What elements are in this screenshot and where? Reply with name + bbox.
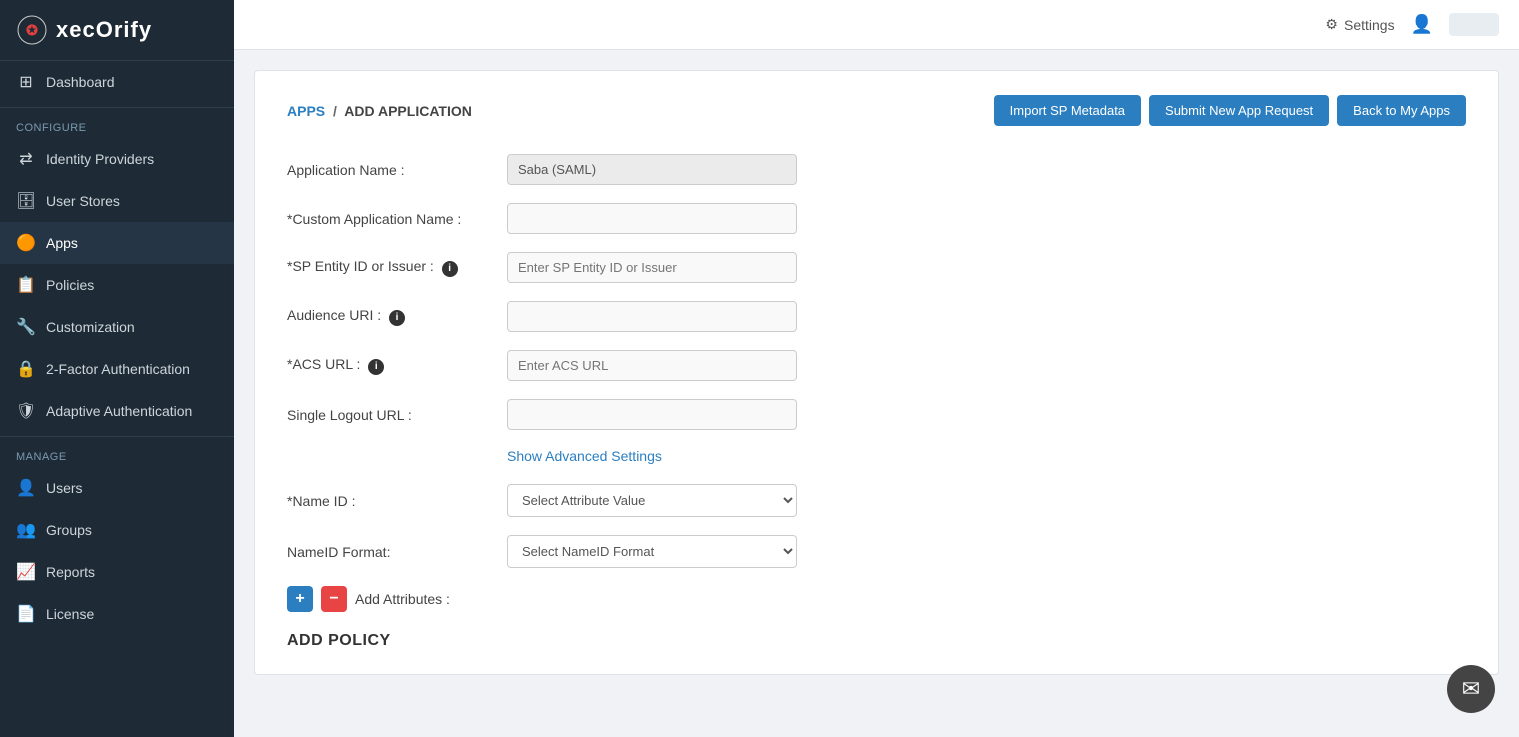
- sidebar-item-user-stores-label: User Stores: [46, 193, 120, 209]
- svg-text:✪: ✪: [26, 22, 38, 38]
- sidebar-item-customization-label: Customization: [46, 319, 135, 335]
- manage-section-label: Manage: [0, 441, 234, 467]
- single-logout-url-row: Single Logout URL :: [287, 399, 1466, 430]
- reports-icon: 📈: [16, 562, 36, 582]
- breadcrumb-apps-link[interactable]: APPS: [287, 103, 325, 119]
- application-name-row: Application Name : document.querySelecto…: [287, 154, 1466, 185]
- policies-icon: 📋: [16, 275, 36, 295]
- two-factor-icon: 🔒: [16, 359, 36, 379]
- users-icon: 👤: [16, 478, 36, 498]
- content-inner: APPS / ADD APPLICATION Import SP Metadat…: [254, 70, 1499, 675]
- sidebar-item-user-stores[interactable]: 🗄 User Stores: [0, 180, 234, 222]
- sidebar-item-reports-label: Reports: [46, 564, 95, 580]
- sidebar-item-adaptive-auth-label: Adaptive Authentication: [46, 403, 192, 419]
- sidebar-item-users[interactable]: 👤 Users: [0, 467, 234, 509]
- sidebar-item-policies-label: Policies: [46, 277, 94, 293]
- acs-url-label-text: *ACS URL :: [287, 356, 360, 372]
- sidebar-item-adaptive-auth[interactable]: 🛡 Adaptive Authentication: [0, 390, 234, 432]
- sidebar-item-dashboard-label: Dashboard: [46, 74, 115, 90]
- identity-providers-icon: ⇄: [16, 149, 36, 169]
- custom-app-name-label: *Custom Application Name :: [287, 211, 507, 227]
- configure-section-label: Configure: [0, 112, 234, 138]
- sidebar-item-apps-label: Apps: [46, 235, 78, 251]
- customization-icon: 🔧: [16, 317, 36, 337]
- audience-uri-info-icon[interactable]: i: [389, 310, 405, 326]
- sidebar-item-groups-label: Groups: [46, 522, 92, 538]
- message-icon: ✉: [1462, 676, 1480, 702]
- custom-app-name-input[interactable]: [507, 203, 797, 234]
- add-attribute-plus-button[interactable]: +: [287, 586, 313, 612]
- back-to-apps-button[interactable]: Back to My Apps: [1337, 95, 1466, 126]
- sp-entity-label: *SP Entity ID or Issuer : i: [287, 258, 507, 277]
- sidebar-item-two-factor-label: 2-Factor Authentication: [46, 361, 190, 377]
- sidebar-item-policies[interactable]: 📋 Policies: [0, 264, 234, 306]
- settings-link[interactable]: ⚙ Settings: [1325, 16, 1394, 33]
- user-name-display: [1449, 13, 1499, 36]
- settings-label: Settings: [1344, 17, 1395, 33]
- nameid-format-select[interactable]: Select NameID Format: [507, 535, 797, 568]
- name-id-label: *Name ID :: [287, 493, 507, 509]
- sp-entity-row: *SP Entity ID or Issuer : i: [287, 252, 1466, 283]
- application-name-label: Application Name :: [287, 162, 507, 178]
- acs-url-input[interactable]: [507, 350, 797, 381]
- sp-entity-input[interactable]: [507, 252, 797, 283]
- import-sp-metadata-button[interactable]: Import SP Metadata: [994, 95, 1141, 126]
- acs-url-info-icon[interactable]: i: [368, 359, 384, 375]
- groups-icon: 👥: [16, 520, 36, 540]
- sidebar-item-customization[interactable]: 🔧 Customization: [0, 306, 234, 348]
- logo-text: xecOrify: [56, 17, 152, 43]
- submit-new-app-request-button[interactable]: Submit New App Request: [1149, 95, 1329, 126]
- user-avatar-icon: 👤: [1411, 14, 1433, 35]
- gear-icon: ⚙: [1325, 16, 1338, 33]
- logo-area: ✪ xecOrify: [0, 0, 234, 61]
- application-name-input[interactable]: [507, 154, 797, 185]
- breadcrumb: APPS / ADD APPLICATION: [287, 103, 472, 119]
- add-attributes-label: Add Attributes :: [355, 591, 450, 607]
- license-icon: 📄: [16, 604, 36, 624]
- add-attribute-minus-button[interactable]: −: [321, 586, 347, 612]
- dashboard-icon: ⊞: [16, 72, 36, 92]
- sidebar-item-two-factor[interactable]: 🔒 2-Factor Authentication: [0, 348, 234, 390]
- sidebar-item-identity-providers[interactable]: ⇄ Identity Providers: [0, 138, 234, 180]
- topbar: ⚙ Settings 👤: [234, 0, 1519, 50]
- content-area: APPS / ADD APPLICATION Import SP Metadat…: [234, 50, 1519, 737]
- sidebar-item-apps[interactable]: 🟠 Apps: [0, 222, 234, 264]
- sidebar-item-license[interactable]: 📄 License: [0, 593, 234, 635]
- sidebar-item-groups[interactable]: 👥 Groups: [0, 509, 234, 551]
- audience-uri-row: Audience URI : i: [287, 301, 1466, 332]
- breadcrumb-current: ADD APPLICATION: [344, 103, 472, 119]
- acs-url-label: *ACS URL : i: [287, 356, 507, 375]
- user-stores-icon: 🗄: [16, 191, 36, 211]
- add-policy-title: ADD POLICY: [287, 632, 1466, 650]
- sidebar-item-license-label: License: [46, 606, 94, 622]
- add-attributes-row: + − Add Attributes :: [287, 586, 1466, 612]
- message-fab[interactable]: ✉: [1447, 665, 1495, 713]
- single-logout-url-input[interactable]: [507, 399, 797, 430]
- nameid-format-row: NameID Format: Select NameID Format: [287, 535, 1466, 568]
- advanced-settings-link[interactable]: Show Advanced Settings: [507, 448, 662, 464]
- main-area: ⚙ Settings 👤 APPS / ADD APPLICATION Impo…: [234, 0, 1519, 737]
- sidebar-item-dashboard[interactable]: ⊞ Dashboard: [0, 61, 234, 103]
- sp-entity-label-text: *SP Entity ID or Issuer :: [287, 258, 434, 274]
- name-id-select[interactable]: Select Attribute Value: [507, 484, 797, 517]
- sidebar-item-reports[interactable]: 📈 Reports: [0, 551, 234, 593]
- custom-app-name-row: *Custom Application Name :: [287, 203, 1466, 234]
- audience-uri-input[interactable]: [507, 301, 797, 332]
- sidebar: ✪ xecOrify ⊞ Dashboard Configure ⇄ Ident…: [0, 0, 234, 737]
- sidebar-item-users-label: Users: [46, 480, 83, 496]
- audience-uri-label-text: Audience URI :: [287, 307, 381, 323]
- page-header: APPS / ADD APPLICATION Import SP Metadat…: [287, 95, 1466, 126]
- breadcrumb-separator: /: [333, 103, 337, 119]
- acs-url-row: *ACS URL : i: [287, 350, 1466, 381]
- adaptive-auth-icon: 🛡: [16, 401, 36, 421]
- audience-uri-label: Audience URI : i: [287, 307, 507, 326]
- name-id-row: *Name ID : Select Attribute Value: [287, 484, 1466, 517]
- logo-icon: ✪: [16, 14, 48, 46]
- sp-entity-info-icon[interactable]: i: [442, 261, 458, 277]
- apps-icon: 🟠: [16, 233, 36, 253]
- nameid-format-label: NameID Format:: [287, 544, 507, 560]
- header-buttons: Import SP Metadata Submit New App Reques…: [994, 95, 1466, 126]
- single-logout-url-label: Single Logout URL :: [287, 407, 507, 423]
- sidebar-item-identity-providers-label: Identity Providers: [46, 151, 154, 167]
